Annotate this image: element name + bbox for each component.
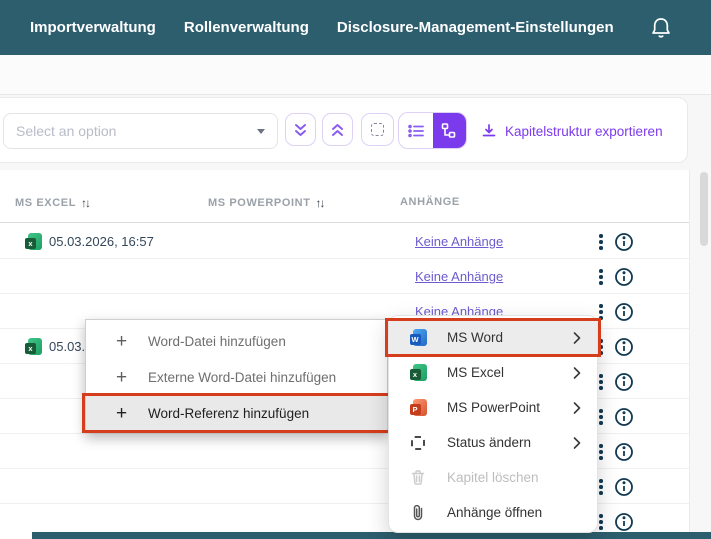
nav-item-disclosure-management-einstellungen[interactable]: Disclosure-Management-Einstellungen xyxy=(337,19,614,36)
word-icon: W xyxy=(409,329,427,347)
row-context-menu: W MS Word x MS Excel P MS PowerPoint xyxy=(388,315,598,533)
bell-icon xyxy=(650,16,672,40)
column-header-anhaenge: ANHÄNGE xyxy=(400,196,460,208)
row-info-button[interactable] xyxy=(614,337,634,357)
excel-file-icon: x xyxy=(25,338,42,355)
download-icon xyxy=(481,123,497,139)
expand-all-button[interactable] xyxy=(285,113,316,146)
chevron-right-icon xyxy=(573,401,581,414)
menu-item-ms-powerpoint[interactable]: P MS PowerPoint xyxy=(389,390,597,425)
chevron-down-icon xyxy=(257,129,265,134)
menu-item-word-datei-hinzufuegen[interactable]: + Word-Datei hinzufügen xyxy=(86,323,387,359)
word-actions-submenu: + Word-Datei hinzufügen + Externe Word-D… xyxy=(85,319,388,433)
export-label: Kapitelstruktur exportieren xyxy=(505,124,663,139)
export-chapter-structure-link[interactable]: Kapitelstruktur exportieren xyxy=(481,98,663,164)
row-info-button[interactable] xyxy=(614,302,634,322)
column-label: ANHÄNGE xyxy=(400,196,460,208)
powerpoint-icon: P xyxy=(409,399,427,417)
row-info-button[interactable] xyxy=(614,372,634,392)
column-label: MS POWERPOINT xyxy=(208,197,311,209)
excel-icon: x xyxy=(409,364,427,382)
menu-item-ms-word[interactable]: W MS Word xyxy=(389,320,597,355)
chapter-filter-select[interactable]: Select an option xyxy=(3,113,278,149)
menu-item-label: MS PowerPoint xyxy=(447,400,540,415)
notifications-button[interactable] xyxy=(648,15,674,41)
chapter-toolbar: Select an option xyxy=(0,97,688,163)
menu-item-label: Anhänge öffnen xyxy=(447,505,542,520)
menu-item-status-aendern[interactable]: Status ändern xyxy=(389,425,597,460)
row-info-button[interactable] xyxy=(614,512,634,532)
tree-view-button[interactable] xyxy=(433,113,467,148)
excel-cell: x 05.03.2026, 16:57 xyxy=(25,224,154,259)
page-subheader-band xyxy=(0,55,711,95)
app-window: Importverwaltung Rollenverwaltung Disclo… xyxy=(0,0,711,539)
collapse-all-button[interactable] xyxy=(322,113,353,146)
tree-view-icon xyxy=(441,123,457,138)
menu-item-label: MS Excel xyxy=(447,365,504,380)
menu-item-label: Word-Referenz hinzufügen xyxy=(148,406,309,421)
selection-frame-button[interactable] xyxy=(361,113,394,146)
excel-date: 05.03. xyxy=(49,339,85,354)
attachment-link[interactable]: Keine Anhänge xyxy=(415,269,503,284)
menu-item-label: Externe Word-Datei hinzufügen xyxy=(148,370,336,385)
chevron-right-icon xyxy=(573,366,581,379)
double-chevron-up-icon xyxy=(330,122,345,138)
double-chevron-down-icon xyxy=(293,122,308,138)
row-info-button[interactable] xyxy=(614,232,634,252)
bottom-bar xyxy=(32,532,711,539)
menu-item-anhaenge-oeffnen[interactable]: Anhänge öffnen xyxy=(389,495,597,530)
select-placeholder: Select an option xyxy=(16,123,257,139)
nav-item-rollenverwaltung[interactable]: Rollenverwaltung xyxy=(184,19,309,36)
row-actions-menu-button[interactable] xyxy=(594,267,608,287)
row-info-button[interactable] xyxy=(614,407,634,427)
row-info-button[interactable] xyxy=(614,477,634,497)
row-info-button[interactable] xyxy=(614,442,634,462)
attachment-link[interactable]: Keine Anhänge xyxy=(415,234,503,249)
view-toggle xyxy=(398,112,467,149)
dashed-selection-icon xyxy=(371,123,384,136)
plus-icon: + xyxy=(116,404,127,423)
menu-item-label: Status ändern xyxy=(447,435,531,450)
paperclip-icon xyxy=(409,504,427,522)
menu-item-label: Word-Datei hinzufügen xyxy=(148,334,286,349)
menu-item-ms-excel[interactable]: x MS Excel xyxy=(389,355,597,390)
column-label: MS EXCEL xyxy=(15,197,76,209)
excel-file-icon: x xyxy=(25,233,42,250)
status-change-icon xyxy=(409,434,427,452)
table-header-row: MS EXCEL ↑↓ MS POWERPOINT ↑↓ ANHÄNGE xyxy=(0,170,689,223)
trash-icon xyxy=(409,469,427,487)
menu-item-externe-word-datei-hinzufuegen[interactable]: + Externe Word-Datei hinzufügen xyxy=(86,359,387,395)
excel-date: 05.03.2026, 16:57 xyxy=(49,234,154,249)
list-view-button[interactable] xyxy=(399,113,433,148)
menu-item-label: MS Word xyxy=(447,330,503,345)
plus-icon: + xyxy=(116,332,127,351)
table-row: Keine Anhänge xyxy=(0,259,689,294)
menu-item-word-referenz-hinzufuegen[interactable]: + Word-Referenz hinzufügen xyxy=(86,395,387,431)
list-view-icon xyxy=(408,124,424,138)
menu-item-kapitel-loeschen: Kapitel löschen xyxy=(389,460,597,495)
top-navigation-bar: Importverwaltung Rollenverwaltung Disclo… xyxy=(0,0,711,55)
column-header-ms-excel[interactable]: MS EXCEL ↑↓ xyxy=(15,196,89,210)
table-row: x 05.03.2026, 16:57 Keine Anhänge xyxy=(0,224,689,259)
sort-icon: ↑↓ xyxy=(81,196,89,210)
plus-icon: + xyxy=(116,368,127,387)
menu-item-label: Kapitel löschen xyxy=(447,470,539,485)
chevron-right-icon xyxy=(573,436,581,449)
vertical-scrollbar-thumb[interactable] xyxy=(700,172,708,246)
chevron-right-icon xyxy=(573,331,581,344)
nav-item-importverwaltung[interactable]: Importverwaltung xyxy=(30,19,156,36)
sort-icon: ↑↓ xyxy=(316,196,324,210)
row-actions-menu-button[interactable] xyxy=(594,232,608,252)
excel-cell: x 05.03. xyxy=(25,329,85,364)
column-header-ms-powerpoint[interactable]: MS POWERPOINT ↑↓ xyxy=(208,196,324,210)
row-info-button[interactable] xyxy=(614,267,634,287)
